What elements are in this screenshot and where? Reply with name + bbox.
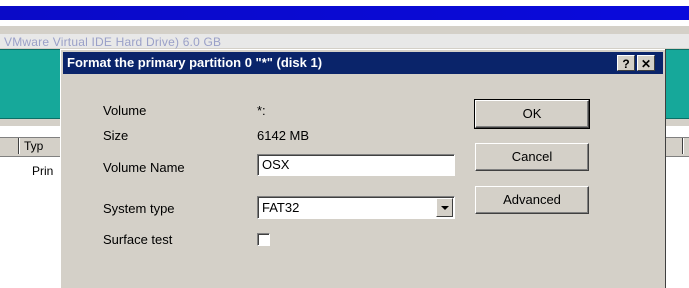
surface-test-label: Surface test <box>103 232 173 247</box>
column-divider <box>682 138 684 154</box>
volume-name-label: Volume Name <box>103 160 185 175</box>
surface-test-checkbox[interactable] <box>257 233 270 246</box>
cancel-button[interactable]: Cancel <box>475 143 589 171</box>
size-label: Size <box>103 128 129 143</box>
system-type-value: FAT32 <box>262 200 300 215</box>
dialog-title: Format the primary partition 0 "*" (disk… <box>67 55 323 70</box>
chevron-down-icon <box>441 206 449 210</box>
format-partition-dialog: Format the primary partition 0 "*" (disk… <box>60 49 665 288</box>
system-type-select[interactable]: FAT32 <box>257 196 455 219</box>
volume-value: *: <box>257 103 266 118</box>
system-type-label: System type <box>103 201 175 216</box>
dialog-title-bar[interactable]: Format the primary partition 0 "*" (disk… <box>63 52 663 74</box>
dropdown-button[interactable] <box>436 198 453 217</box>
background-drive-label: VMware Virtual IDE Hard Drive) 6.0 GB <box>4 35 222 49</box>
volume-label: Volume <box>103 103 147 118</box>
disk-map-segment[interactable] <box>0 49 66 119</box>
close-button[interactable]: ✕ <box>637 55 655 71</box>
volume-name-input[interactable]: OSX <box>257 154 455 176</box>
column-divider <box>18 138 20 154</box>
background-title-bar <box>0 6 689 20</box>
help-button[interactable]: ? <box>617 55 635 71</box>
size-value: 6142 MB <box>257 128 310 143</box>
advanced-button[interactable]: Advanced <box>475 186 589 214</box>
ok-button[interactable]: OK <box>474 99 590 129</box>
column-header-type[interactable]: Typ <box>24 139 43 153</box>
partition-row-type[interactable]: Prin <box>32 164 53 178</box>
